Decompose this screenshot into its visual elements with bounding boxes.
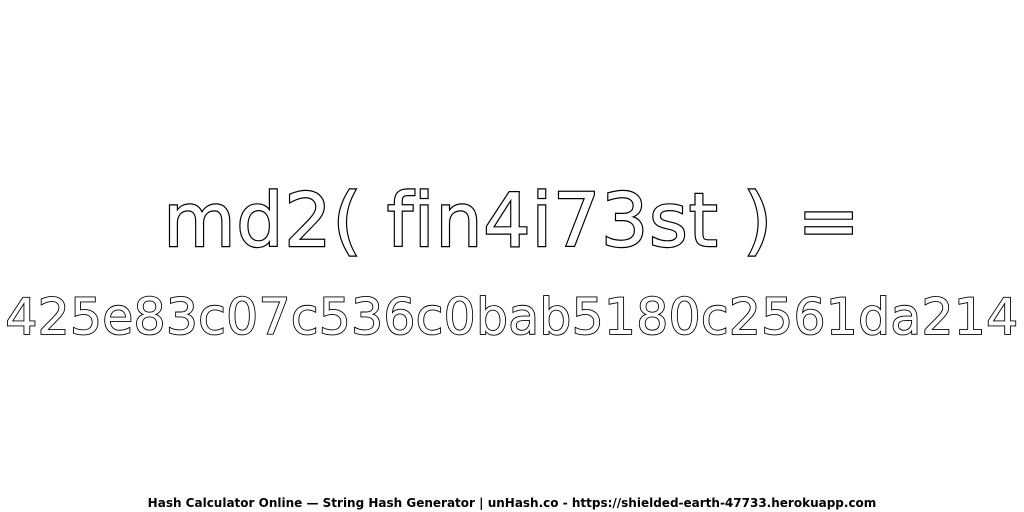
hash-image-canvas: md2( fin4i73st ) = 425e83c07c536c0bab518… xyxy=(0,0,1024,512)
footer-credit: Hash Calculator Online — String Hash Gen… xyxy=(147,496,877,510)
hash-digest-value: 425e83c07c536c0bab5180c2561da214 xyxy=(5,287,1019,347)
hash-function-expression: md2( fin4i73st ) = xyxy=(162,177,861,265)
